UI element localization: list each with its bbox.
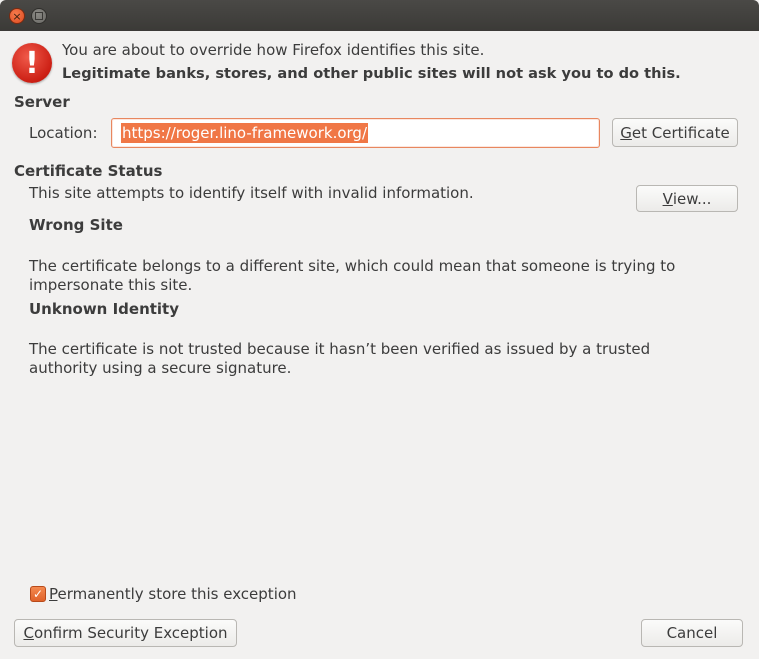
maximize-window-button[interactable]: [31, 8, 47, 24]
view-certificate-button[interactable]: View...: [636, 185, 738, 212]
permanent-exception-checkbox[interactable]: ✓: [30, 586, 46, 602]
location-input[interactable]: https://roger.lino-framework.org/: [111, 118, 600, 148]
issue-title-wrong-site: Wrong Site: [29, 216, 123, 234]
warning-detail: Legitimate banks, stores, and other publ…: [62, 65, 681, 82]
confirm-accel: C: [23, 624, 34, 642]
issue-text-unknown-identity-1: The certificate is not trusted because i…: [29, 340, 651, 358]
server-heading: Server: [14, 93, 70, 111]
certificate-status-heading: Certificate Status: [14, 162, 163, 180]
warning-message: You are about to override how Firefox id…: [62, 41, 485, 59]
get-certificate-label: et Certificate: [631, 123, 730, 142]
issue-text-unknown-identity-2: authority using a secure signature.: [29, 359, 292, 377]
cancel-label: Cancel: [666, 624, 718, 642]
cancel-button[interactable]: Cancel: [641, 619, 743, 647]
issue-title-unknown-identity: Unknown Identity: [29, 300, 180, 318]
certificate-status-summary: This site attempts to identify itself wi…: [29, 184, 474, 202]
close-window-button[interactable]: ×: [9, 8, 25, 24]
confirm-label: onfirm Security Exception: [33, 624, 228, 642]
checkmark-icon: ✓: [32, 587, 44, 601]
warning-icon: !: [12, 43, 52, 83]
confirm-security-exception-button[interactable]: Confirm Security Exception: [14, 619, 237, 647]
permanent-exception-label[interactable]: Permanently store this exception: [49, 585, 297, 603]
issue-text-wrong-site-1: The certificate belongs to a different s…: [29, 257, 676, 275]
location-value: https://roger.lino-framework.org/: [121, 123, 369, 143]
view-accel: V: [662, 189, 673, 208]
location-label: Location:: [29, 124, 98, 142]
get-certificate-accel: G: [620, 123, 632, 142]
issue-text-wrong-site-2: impersonate this site.: [29, 276, 193, 294]
view-label: iew...: [672, 189, 712, 208]
close-icon: ×: [12, 9, 22, 23]
get-certificate-button[interactable]: Get Certificate: [612, 118, 738, 147]
title-bar: ×: [0, 0, 759, 31]
